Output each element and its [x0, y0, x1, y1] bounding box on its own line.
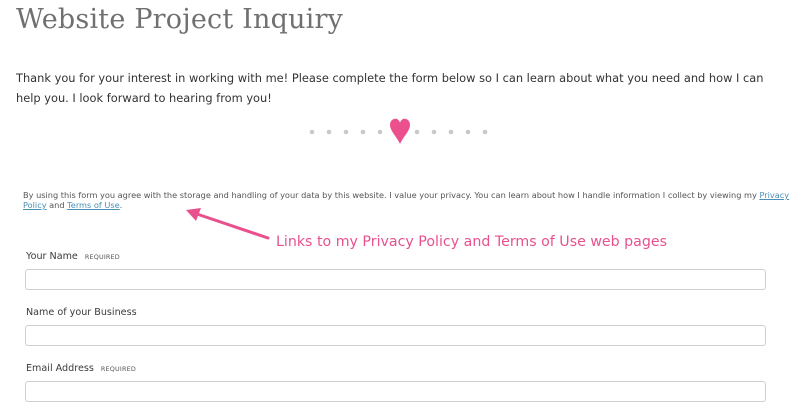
divider-dot [360, 129, 366, 135]
divider-dot [448, 129, 454, 135]
divider-dot [377, 129, 383, 135]
privacy-notice-text: By using this form you agree with the st… [23, 190, 760, 200]
divider-dot [309, 129, 315, 135]
required-badge: REQUIRED [84, 253, 120, 261]
your-name-label-text: Your Name [26, 251, 78, 262]
business-name-label: Name of your Business [26, 307, 137, 318]
your-name-input[interactable] [25, 269, 766, 290]
page-title: Website Project Inquiry [16, 4, 344, 35]
privacy-and-text: and [46, 200, 68, 210]
divider-dot [326, 129, 332, 135]
arrow-icon [186, 208, 270, 240]
your-name-label: Your Name REQUIRED [26, 251, 120, 262]
email-address-label-text: Email Address [26, 363, 94, 374]
divider-dot [482, 129, 488, 135]
email-address-label: Email Address REQUIRED [26, 363, 136, 374]
divider-dot [343, 129, 349, 135]
divider-dot [414, 129, 420, 135]
heart-icon [390, 118, 410, 144]
business-name-input[interactable] [25, 325, 766, 346]
email-address-input[interactable] [25, 381, 766, 402]
annotation-text: Links to my Privacy Policy and Terms of … [276, 234, 667, 250]
divider-dot [431, 129, 437, 135]
required-badge: REQUIRED [100, 365, 136, 373]
divider-dot [465, 129, 471, 135]
business-name-label-text: Name of your Business [26, 307, 137, 318]
privacy-notice: By using this form you agree with the st… [23, 190, 793, 210]
intro-text: Thank you for your interest in working w… [16, 71, 764, 105]
privacy-end-text: . [119, 200, 123, 210]
section-divider [309, 118, 488, 144]
terms-of-use-link[interactable]: Terms of Use [67, 200, 120, 210]
